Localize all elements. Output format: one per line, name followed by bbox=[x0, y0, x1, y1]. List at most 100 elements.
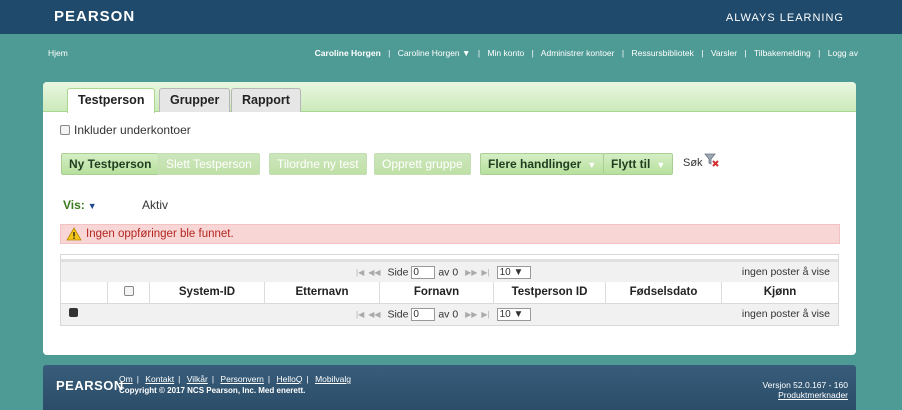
first-page-icon[interactable]: |◀ bbox=[356, 310, 364, 319]
footer-separator: | bbox=[136, 374, 139, 384]
pearson-logo: PEARSON bbox=[54, 8, 136, 25]
col-fodselsdato[interactable]: Fødselsdato bbox=[605, 282, 721, 303]
top-bar: PEARSON ALWAYS LEARNING bbox=[0, 0, 902, 34]
tab-testperson[interactable]: Testperson bbox=[67, 88, 156, 113]
view-label[interactable]: Vis: bbox=[63, 198, 85, 212]
nav-link-administrer-kontoer[interactable]: Administrer kontoer bbox=[541, 48, 615, 58]
next-page-icon[interactable]: ▶▶ bbox=[465, 310, 477, 319]
nav-separator: | bbox=[621, 48, 625, 58]
assign-test-button[interactable]: Tilordne ny test bbox=[269, 153, 367, 175]
tab-bar: Testperson Grupper Rapport bbox=[43, 82, 856, 113]
more-actions-label: Flere handlinger bbox=[488, 157, 582, 171]
tab-grupper[interactable]: Grupper bbox=[159, 88, 231, 112]
next-page-icon[interactable]: ▶▶ bbox=[465, 268, 477, 277]
include-subaccounts-checkbox[interactable] bbox=[60, 125, 70, 135]
tagline: ALWAYS LEARNING bbox=[725, 12, 844, 24]
select-all-checkbox[interactable] bbox=[123, 286, 134, 296]
footer-separator: | bbox=[306, 374, 309, 384]
footer-links: Om | Kontakt | Vilkår | Personvern | HelloQ |… bbox=[119, 374, 351, 384]
col-kjonn[interactable]: Kjønn bbox=[721, 282, 838, 303]
nav-separator: | bbox=[701, 48, 704, 58]
release-notes-link[interactable]: Produktmerknader bbox=[778, 390, 848, 400]
chevron-down-icon: ▼ bbox=[513, 309, 524, 320]
col-fornavn[interactable]: Fornavn bbox=[379, 282, 493, 303]
pager-top: |◀ ◀◀ Side 0 av 0 ▶▶ ▶| 10 ▼ ingen poster … bbox=[61, 259, 838, 282]
pager-controls: |◀ ◀◀ Side 0 av 0 ▶▶ ▶| 10 ▼ bbox=[356, 266, 531, 279]
warning-icon bbox=[66, 227, 82, 241]
move-to-dropdown[interactable]: Flytt til ▼ bbox=[603, 153, 674, 175]
user-menu-dropdown[interactable]: Caroline Horgen ▼ bbox=[398, 48, 471, 58]
page-size-select[interactable]: 10 ▼ bbox=[496, 266, 531, 279]
footer-separator: | bbox=[178, 374, 181, 384]
filter-clear-icon[interactable] bbox=[704, 152, 720, 168]
chevron-down-icon: ▼ bbox=[656, 160, 666, 170]
last-page-icon[interactable]: ▶| bbox=[481, 310, 489, 319]
include-subaccounts-row: Inkluder underkontoer bbox=[60, 123, 191, 137]
nav-separator: | bbox=[477, 48, 481, 58]
pager-bottom: |◀ ◀◀ Side 0 av 0 ▶▶ ▶| 10 ▼ ingen poster … bbox=[61, 303, 838, 325]
nav-separator: | bbox=[744, 48, 747, 58]
page-label: Side bbox=[387, 266, 409, 279]
chevron-down-icon[interactable]: ▼ bbox=[88, 201, 97, 211]
row-toggle-col bbox=[61, 282, 107, 303]
footer-link-helloq[interactable]: HelloQ bbox=[276, 374, 302, 384]
nav-right-group: Caroline Horgen | Caroline Horgen ▼ | Mi… bbox=[315, 48, 858, 58]
nav-link-ressursbibliotek[interactable]: Ressursbibliotek bbox=[631, 48, 693, 58]
footer-separator: | bbox=[267, 374, 271, 384]
page-size-value: 10 bbox=[499, 267, 511, 278]
column-chooser-icon[interactable] bbox=[69, 308, 78, 317]
footer-link-kontakt[interactable]: Kontakt bbox=[145, 374, 174, 384]
tab-rapport[interactable]: Rapport bbox=[231, 88, 301, 112]
nav-separator: | bbox=[531, 48, 534, 58]
no-records-alert: Ingen oppføringer ble funnet. bbox=[60, 224, 840, 244]
footer: PEARSON Om | Kontakt | Vilkår | Personvern |… bbox=[43, 365, 856, 410]
last-page-icon[interactable]: ▶| bbox=[481, 268, 489, 277]
delete-testperson-button[interactable]: Slett Testperson bbox=[158, 153, 260, 175]
footer-pearson-logo: PEARSON bbox=[56, 378, 124, 393]
select-all-col bbox=[107, 282, 149, 303]
footer-link-om[interactable]: Om bbox=[119, 374, 133, 384]
footer-link-personvern[interactable]: Personvern bbox=[220, 374, 263, 384]
nav-home-link[interactable]: Hjem bbox=[48, 48, 68, 58]
more-actions-dropdown[interactable]: Flere handlinger ▼ bbox=[480, 153, 605, 175]
nav-separator: | bbox=[818, 48, 821, 58]
chevron-down-icon: ▼ bbox=[462, 48, 471, 58]
page-size-select[interactable]: 10 ▼ bbox=[496, 308, 531, 321]
create-group-button[interactable]: Opprett gruppe bbox=[374, 153, 471, 175]
prev-page-icon[interactable]: ◀◀ bbox=[368, 310, 380, 319]
alert-message: Ingen oppføringer ble funnet. bbox=[86, 228, 234, 240]
pager-info: ingen poster å vise bbox=[741, 308, 830, 320]
include-subaccounts-label: Inkluder underkontoer bbox=[74, 123, 191, 137]
col-system-id[interactable]: System-ID bbox=[149, 282, 264, 303]
footer-link-vilkar[interactable]: Vilkår bbox=[187, 374, 208, 384]
prev-page-icon[interactable]: ◀◀ bbox=[368, 268, 380, 277]
user-menu-label: Caroline Horgen bbox=[397, 48, 460, 58]
page-of-label: av 0 bbox=[438, 266, 459, 279]
view-filter: Vis: ▼ Aktiv bbox=[63, 198, 168, 212]
footer-copyright: Copyright © 2017 NCS Pearson, Inc. Med e… bbox=[119, 386, 306, 395]
pager-info: ingen poster å vise bbox=[741, 266, 830, 278]
testperson-grid: |◀ ◀◀ Side 0 av 0 ▶▶ ▶| 10 ▼ ingen poster … bbox=[60, 254, 839, 326]
col-testperson-id[interactable]: Testperson ID bbox=[493, 282, 605, 303]
nav-separator: | bbox=[388, 48, 391, 58]
grid-header-row: System-ID Etternavn Fornavn Testperson I… bbox=[61, 282, 838, 303]
new-testperson-button[interactable]: Ny Testperson bbox=[61, 153, 160, 175]
first-page-icon[interactable]: |◀ bbox=[356, 268, 364, 277]
nav-link-tilbakemelding[interactable]: Tilbakemelding bbox=[754, 48, 811, 58]
search-label[interactable]: Søk bbox=[683, 157, 703, 169]
nav-link-varsler[interactable]: Varsler bbox=[711, 48, 737, 58]
page-input[interactable]: 0 bbox=[411, 308, 436, 321]
pager-controls: |◀ ◀◀ Side 0 av 0 ▶▶ ▶| 10 ▼ bbox=[356, 308, 531, 321]
chevron-down-icon: ▼ bbox=[513, 267, 524, 278]
footer-link-mobilvalg[interactable]: Mobilvalg bbox=[315, 374, 351, 384]
page-of-label: av 0 bbox=[438, 308, 459, 321]
page-input[interactable]: 0 bbox=[411, 266, 436, 279]
col-etternavn[interactable]: Etternavn bbox=[264, 282, 379, 303]
page-size-value: 10 bbox=[499, 309, 511, 320]
nav-link-logg-av[interactable]: Logg av bbox=[828, 48, 858, 58]
page-label: Side bbox=[387, 308, 409, 321]
footer-separator: | bbox=[211, 374, 215, 384]
view-value: Aktiv bbox=[142, 198, 169, 212]
nav-link-min-konto[interactable]: Min konto bbox=[487, 48, 524, 58]
user-nav: Hjem Caroline Horgen | Caroline Horgen ▼… bbox=[0, 48, 902, 64]
